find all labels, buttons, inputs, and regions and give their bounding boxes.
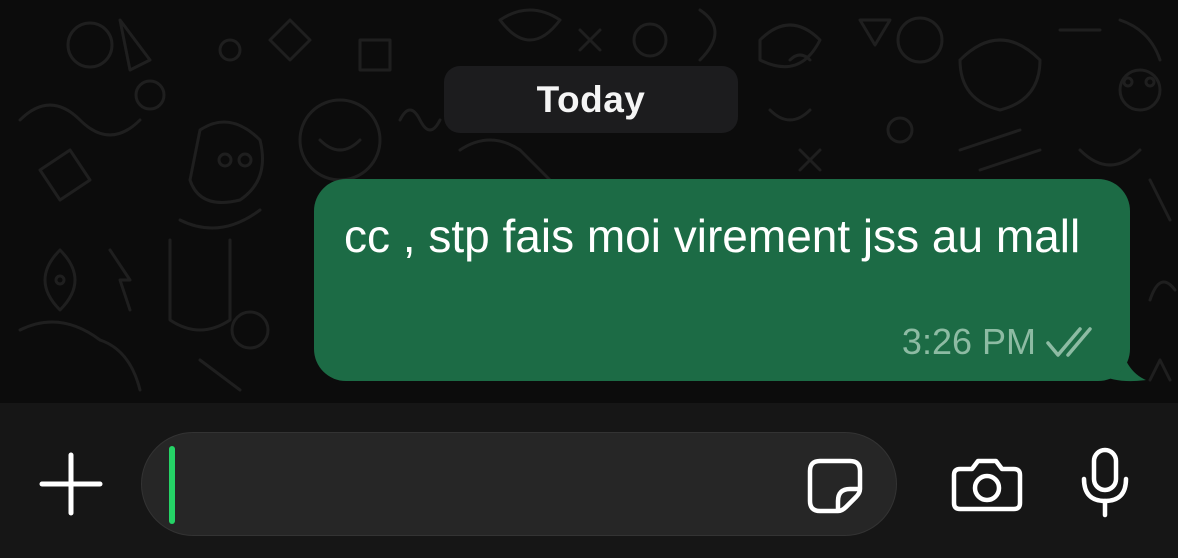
sticker-icon[interactable]	[806, 457, 864, 515]
double-check-icon	[1046, 327, 1092, 357]
date-separator: Today	[444, 66, 738, 133]
chat-area[interactable]: Today cc , stp fais moi virement jss au …	[0, 0, 1178, 403]
message-text: cc , stp fais moi virement jss au mall	[344, 210, 1081, 262]
message-meta: 3:26 PM	[902, 321, 1102, 363]
composer-bar	[0, 403, 1178, 558]
camera-icon[interactable]	[950, 455, 1024, 513]
microphone-icon[interactable]	[1078, 447, 1132, 519]
message-time: 3:26 PM	[901, 321, 1036, 362]
text-caret	[169, 446, 175, 524]
plus-icon[interactable]	[38, 451, 104, 517]
outgoing-message-bubble[interactable]: cc , stp fais moi virement jss au mall 3…	[314, 179, 1130, 381]
message-input[interactable]	[141, 432, 897, 536]
